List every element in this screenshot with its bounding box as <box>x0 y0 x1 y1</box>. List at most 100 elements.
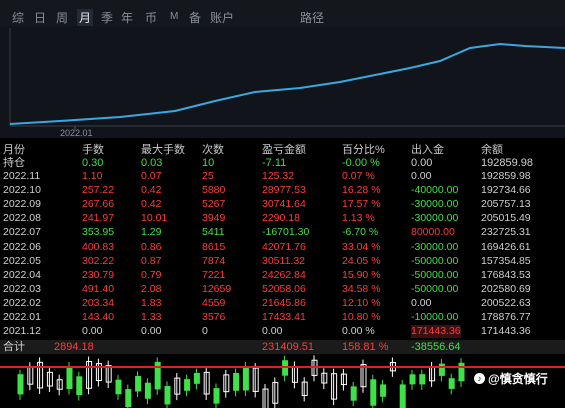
cell-5: 34.58 % <box>342 282 381 295</box>
cell-1: 241.97 <box>82 212 115 225</box>
hold-count: 10 <box>202 157 215 169</box>
cell-6: 171443.36 <box>411 325 461 339</box>
table-row[interactable]: 2022.08 241.97 10.01 3949 2290.18 1.13 % -3000… <box>0 212 565 225</box>
tab-0[interactable]: 综 <box>12 9 24 26</box>
tab-4[interactable]: 季 <box>101 9 113 26</box>
cell-1: 203.34 <box>82 296 115 309</box>
cell-6: -30000.00 <box>411 212 459 225</box>
cell-6: 0.00 <box>411 296 432 309</box>
tab-3[interactable]: 月 <box>77 9 94 26</box>
tab-10[interactable]: 路径 <box>300 9 324 26</box>
cell-3: 12659 <box>202 282 232 295</box>
candle-body <box>252 367 259 392</box>
period-tab-bar: 综日周月季年币 M 备账户 路径 <box>0 0 565 26</box>
candle-body <box>76 376 83 396</box>
cell-5: 24.05 % <box>342 254 381 267</box>
cell-5: 10.80 % <box>342 311 381 323</box>
header-count: 次数 <box>202 144 224 156</box>
cell-6: -30000.00 <box>411 198 459 211</box>
equity-chart: 2022.01 <box>0 26 565 138</box>
cell-4: 42071.76 <box>262 240 306 253</box>
cell-7: 169426.61 <box>481 240 531 253</box>
table-row[interactable]: 2022.05 302.22 0.87 7874 30511.32 24.05 % -500… <box>0 255 565 268</box>
x-tick-label: 2022.01 <box>60 128 93 138</box>
hold-flow: 0.00 <box>411 157 433 169</box>
table-row[interactable]: 2022.01 143.40 1.33 3576 17433.41 10.80 % -100… <box>0 311 565 324</box>
candle-body <box>419 374 426 385</box>
candle-body <box>448 378 455 389</box>
total-pnl: 231409.51 <box>262 341 314 353</box>
cell-6: -50000.00 <box>411 282 459 295</box>
cell-3: 25 <box>202 170 214 182</box>
tab-5[interactable]: 年 <box>121 9 133 26</box>
tab-6[interactable]: 币 <box>145 9 157 26</box>
cell-1: 400.83 <box>82 240 115 253</box>
price-line <box>0 366 565 368</box>
cell-6: -10000.00 <box>411 311 459 323</box>
tab-8[interactable]: 备 <box>189 9 201 26</box>
table-row[interactable]: 2022.04 230.79 0.79 7221 24262.84 15.90 % -500… <box>0 269 565 282</box>
cell-1: 0.00 <box>82 325 103 338</box>
cell-1: 230.79 <box>82 268 115 281</box>
candle-body <box>213 388 220 404</box>
table-row[interactable]: 2021.12 0.00 0.00 0 0.00 0.00 % 171443.36 17144… <box>0 325 565 339</box>
douyin-icon: ♪ <box>474 373 485 384</box>
cell-3: 5267 <box>202 198 226 211</box>
cell-4: 30741.64 <box>262 198 306 211</box>
candle-body <box>17 374 24 395</box>
cell-6: -40000.00 <box>411 184 459 197</box>
cell-1: 302.22 <box>82 254 115 267</box>
cell-7: 202580.69 <box>481 282 531 295</box>
tab-1[interactable]: 日 <box>34 9 46 26</box>
cell-7: 232725.31 <box>481 226 531 239</box>
table-row[interactable]: 2022.10 257.22 0.42 5880 28977.53 16.28 % -400… <box>0 184 565 197</box>
tab-9[interactable]: 账户 <box>210 9 234 26</box>
header-max-lots: 最大手数 <box>141 144 185 156</box>
hold-lots: 0.30 <box>82 157 104 169</box>
cell-2: 10.01 <box>141 212 168 225</box>
cell-6: 80000.00 <box>411 226 455 239</box>
table-row[interactable]: 2022.09 267.66 0.42 5267 30741.64 17.57 % -300… <box>0 198 565 211</box>
cell-0: 2022.11 <box>3 170 41 182</box>
cell-0: 2022.09 <box>3 198 41 211</box>
cell-4: 52058.06 <box>262 282 306 295</box>
cell-5: 33.04 % <box>342 240 381 253</box>
table-row[interactable]: 2022.03 491.40 2.08 12659 52058.06 34.58 % -50… <box>0 283 565 296</box>
hold-balance: 192859.98 <box>481 157 533 169</box>
cell-3: 5411 <box>202 226 225 239</box>
cell-6: -50000.00 <box>411 254 459 267</box>
cell-7: 157354.85 <box>481 254 531 267</box>
cell-1: 353.95 <box>82 226 115 239</box>
table-row[interactable]: 2022.07 353.95 1.29 5411 -16701.30 -6.70 % 800… <box>0 226 565 239</box>
header-balance: 余额 <box>481 144 503 156</box>
cell-5: -6.70 % <box>342 226 379 239</box>
cell-4: 30511.32 <box>262 254 306 267</box>
holding-row[interactable]: 持仓 0.30 0.03 10 -7.11 -0.00 % 0.00 19285… <box>0 157 565 170</box>
candle-body <box>409 374 416 385</box>
cell-7: 200522.63 <box>481 296 531 309</box>
watermark: ♪ @慎贪慎行 <box>474 370 548 387</box>
cell-0: 2022.03 <box>3 282 41 295</box>
candle-body <box>242 366 249 391</box>
cell-4: 24262.84 <box>262 268 306 281</box>
cell-3: 4559 <box>202 296 226 309</box>
cell-2: 0.42 <box>141 198 162 211</box>
cell-3: 8615 <box>202 240 226 253</box>
hold-max-lots: 0.03 <box>141 157 163 169</box>
candle-body <box>125 389 132 407</box>
cell-0: 2022.05 <box>3 254 41 267</box>
tab-2[interactable]: 周 <box>56 9 68 26</box>
candle-body <box>66 366 73 389</box>
cell-4: 125.32 <box>262 170 295 182</box>
cell-6: 0.00 <box>411 170 432 182</box>
cell-5: 17.57 % <box>342 198 381 211</box>
cell-0: 2022.02 <box>3 296 41 309</box>
cell-7: 178876.77 <box>481 311 531 323</box>
table-row[interactable]: 2022.06 400.83 0.86 8615 42071.76 33.04 % -300… <box>0 241 565 254</box>
cell-4: 21645.86 <box>262 296 306 309</box>
tab-7[interactable]: M <box>170 11 178 22</box>
cell-2: 1.29 <box>141 226 162 239</box>
table-row[interactable]: 2022.02 203.34 1.83 4559 21645.86 12.10 % 0.00… <box>0 297 565 310</box>
table-row[interactable]: 2022.11 1.10 0.07 25 125.32 0.07 % 0.00 192859.… <box>0 170 565 183</box>
cell-2: 1.33 <box>141 311 162 323</box>
